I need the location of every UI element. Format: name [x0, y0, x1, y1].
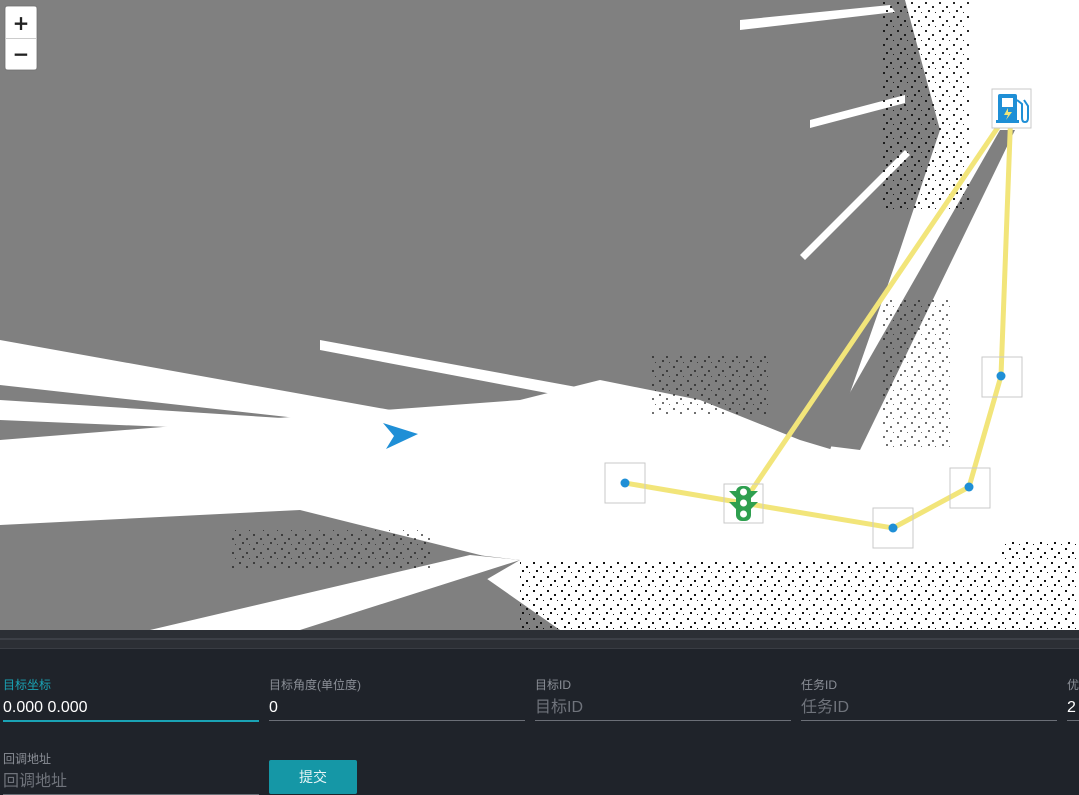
target-coord-label: 目标坐标 [3, 678, 52, 692]
target-id-label: 目标ID [535, 678, 572, 692]
zoom-in-button[interactable]: + [6, 7, 36, 38]
submit-button[interactable]: 提交 [269, 760, 357, 794]
zoom-out-button[interactable]: − [6, 38, 36, 69]
priority-field: 优先级 [1067, 676, 1079, 721]
callback-url-field: 回调地址 [3, 750, 259, 795]
navigation-form: 目标坐标 目标角度(单位度) 目标ID 任务ID 优先级 回调地址 提交 [0, 649, 1079, 795]
target-coord-field: 目标坐标 [3, 676, 259, 722]
priority-label: 优先级 [1067, 678, 1079, 692]
callback-url-label: 回调地址 [3, 752, 52, 766]
ray-4 [320, 340, 620, 405]
panel-divider[interactable] [0, 630, 1079, 649]
target-angle-label: 目标角度(单位度) [269, 678, 361, 692]
occupancy-map [0, 0, 1079, 630]
target-angle-field: 目标角度(单位度) [269, 676, 525, 721]
ray-5 [740, 5, 895, 30]
task-id-field: 任务ID [801, 676, 1057, 721]
target-id-field: 目标ID [535, 676, 791, 721]
map-canvas[interactable]: + − [0, 0, 1079, 630]
callback-url-input[interactable] [3, 771, 259, 795]
priority-input[interactable] [1067, 697, 1079, 721]
task-id-label: 任务ID [801, 678, 838, 692]
target-angle-input[interactable] [269, 697, 525, 721]
target-coord-input[interactable] [3, 697, 259, 722]
target-id-input[interactable] [535, 697, 791, 721]
gas-station-icon[interactable] [991, 88, 1032, 129]
task-id-input[interactable] [801, 697, 1057, 721]
zoom-control: + − [5, 6, 37, 70]
